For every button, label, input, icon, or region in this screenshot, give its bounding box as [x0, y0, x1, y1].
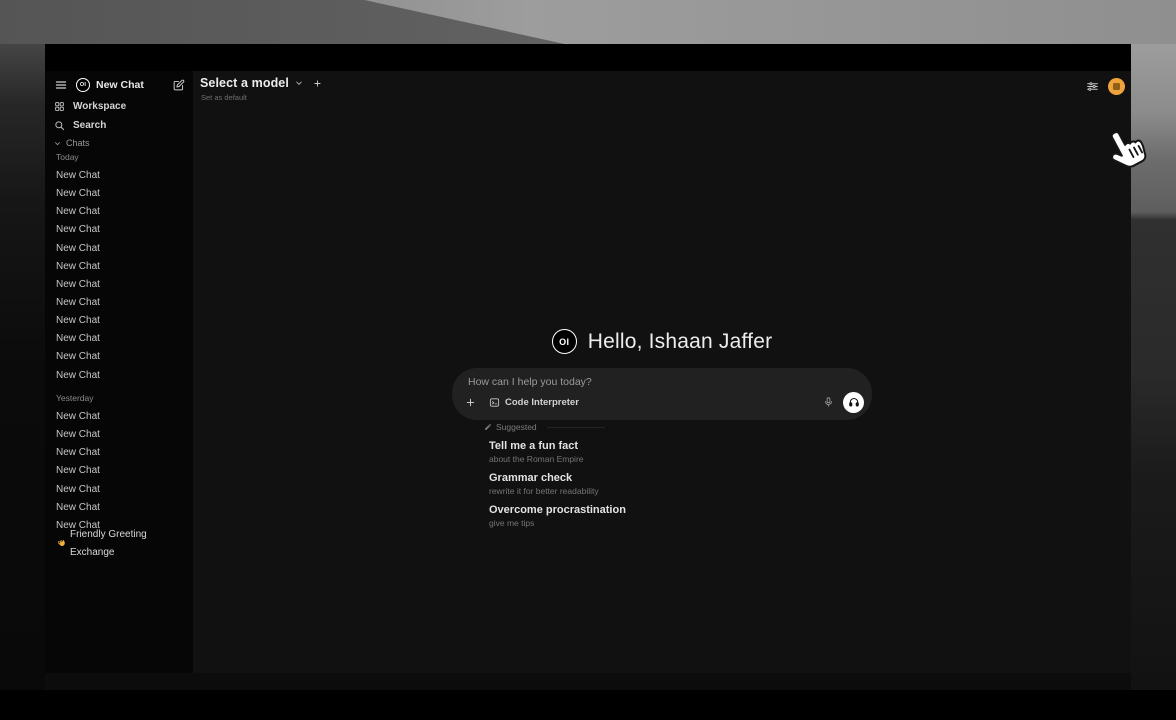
- chat-item[interactable]: New Chat: [45, 330, 191, 348]
- voice-call-button[interactable]: [843, 392, 864, 413]
- chat-item[interactable]: New Chat: [45, 462, 191, 480]
- greeting: OI Hello, Ishaan Jaffer: [193, 329, 1131, 354]
- sidebar-toggle-icon[interactable]: [55, 79, 67, 91]
- desktop-background-top: [0, 0, 1176, 44]
- pencil-icon: [484, 423, 492, 431]
- chat-item[interactable]: New Chat: [45, 276, 191, 294]
- chat-item[interactable]: New Chat: [45, 240, 191, 258]
- headphones-icon: [848, 396, 860, 408]
- desktop-background-bottom: [45, 673, 1131, 690]
- top-right-controls: [1086, 78, 1125, 95]
- section-label-yesterday: Yesterday: [56, 393, 94, 403]
- suggestion-subtitle: rewrite it for better readability: [489, 485, 819, 497]
- suggestion-title: Tell me a fun fact: [489, 439, 819, 453]
- sidebar-title: New Chat: [96, 79, 144, 91]
- chat-list-today: New Chat New Chat New Chat New Chat New …: [45, 167, 191, 385]
- letterbox-bar: [0, 690, 1176, 720]
- user-avatar[interactable]: [1108, 78, 1125, 95]
- new-chat-icon[interactable]: [172, 79, 185, 92]
- chat-item[interactable]: New Chat: [45, 426, 191, 444]
- suggestions-list: Tell me a fun fact about the Roman Empir…: [489, 439, 819, 535]
- add-model-icon[interactable]: [313, 79, 322, 88]
- suggestion-subtitle: about the Roman Empire: [489, 453, 819, 465]
- model-selector-label: Select a model: [200, 76, 289, 90]
- app-window: OI New Chat: [45, 45, 1131, 673]
- screen: OI New Chat: [0, 0, 1176, 720]
- app-logo: OI: [76, 78, 90, 92]
- suggestion-item[interactable]: Grammar check rewrite it for better read…: [489, 471, 819, 497]
- chats-label: Chats: [66, 138, 90, 148]
- search-icon: [54, 120, 65, 131]
- sidebar-header: OI New Chat: [55, 76, 185, 94]
- desktop-background-right: [1131, 44, 1176, 690]
- controls-sliders-icon[interactable]: [1086, 80, 1099, 93]
- chat-item[interactable]: New Chat: [45, 444, 191, 462]
- desktop-background-left: [0, 44, 45, 690]
- suggestion-title: Overcome procrastination: [489, 503, 819, 517]
- section-label-today: Today: [56, 152, 79, 162]
- suggested-divider: [547, 427, 605, 428]
- model-selector[interactable]: Select a model: [200, 76, 322, 90]
- search-label: Search: [73, 120, 106, 131]
- sidebar: OI New Chat: [45, 71, 193, 673]
- chat-item-label: Friendly Greeting Exchange: [70, 526, 191, 562]
- chat-item[interactable]: New Chat: [45, 167, 191, 185]
- chat-item[interactable]: New Chat: [45, 294, 191, 312]
- suggested-label: Suggested: [496, 422, 537, 432]
- chat-item[interactable]: New Chat: [45, 499, 191, 517]
- chat-item-named[interactable]: Friendly Greeting Exchange: [45, 535, 191, 553]
- workspace-grid-icon: [54, 101, 65, 112]
- chevron-down-icon: [295, 79, 303, 87]
- main-area: Select a model Set as default: [193, 71, 1131, 673]
- workspace-label: Workspace: [73, 101, 126, 112]
- app-logo-large: OI: [552, 329, 577, 354]
- waving-hand-icon: [56, 539, 66, 549]
- sidebar-item-workspace[interactable]: Workspace: [51, 97, 187, 116]
- input-toolbar: Code Interpreter: [452, 389, 872, 415]
- message-inputbox[interactable]: Code Interpreter: [452, 368, 872, 420]
- chat-item[interactable]: New Chat: [45, 481, 191, 499]
- sidebar-nav: Workspace Search: [51, 97, 187, 135]
- mic-icon[interactable]: [823, 396, 834, 408]
- chat-item[interactable]: New Chat: [45, 185, 191, 203]
- chat-item[interactable]: New Chat: [45, 408, 191, 426]
- suggestion-subtitle: give me tips: [489, 517, 819, 529]
- chat-item[interactable]: New Chat: [45, 221, 191, 239]
- code-interpreter-toggle[interactable]: Code Interpreter: [489, 397, 579, 408]
- attach-plus-icon[interactable]: [465, 397, 476, 408]
- code-interpreter-icon: [489, 397, 500, 408]
- message-input[interactable]: [468, 376, 748, 388]
- code-interpreter-label: Code Interpreter: [505, 397, 579, 408]
- chat-item[interactable]: New Chat: [45, 203, 191, 221]
- suggested-header: Suggested: [484, 422, 605, 432]
- suggestion-item[interactable]: Tell me a fun fact about the Roman Empir…: [489, 439, 819, 465]
- desktop-background-triangle: [0, 0, 1176, 44]
- chat-item[interactable]: New Chat: [45, 367, 191, 385]
- suggestion-title: Grammar check: [489, 471, 819, 485]
- chat-item[interactable]: New Chat: [45, 348, 191, 366]
- chats-section-toggle[interactable]: Chats: [54, 136, 90, 150]
- chat-item[interactable]: New Chat: [45, 312, 191, 330]
- sidebar-item-search[interactable]: Search: [51, 116, 187, 135]
- chat-item[interactable]: New Chat: [45, 258, 191, 276]
- window-top-strip: [45, 45, 1131, 71]
- chevron-down-icon: [54, 140, 61, 147]
- chat-list-yesterday: New Chat New Chat New Chat New Chat New …: [45, 408, 191, 535]
- suggestion-item[interactable]: Overcome procrastination give me tips: [489, 503, 819, 529]
- set-default-link[interactable]: Set as default: [201, 93, 247, 102]
- greeting-text: Hello, Ishaan Jaffer: [588, 330, 773, 354]
